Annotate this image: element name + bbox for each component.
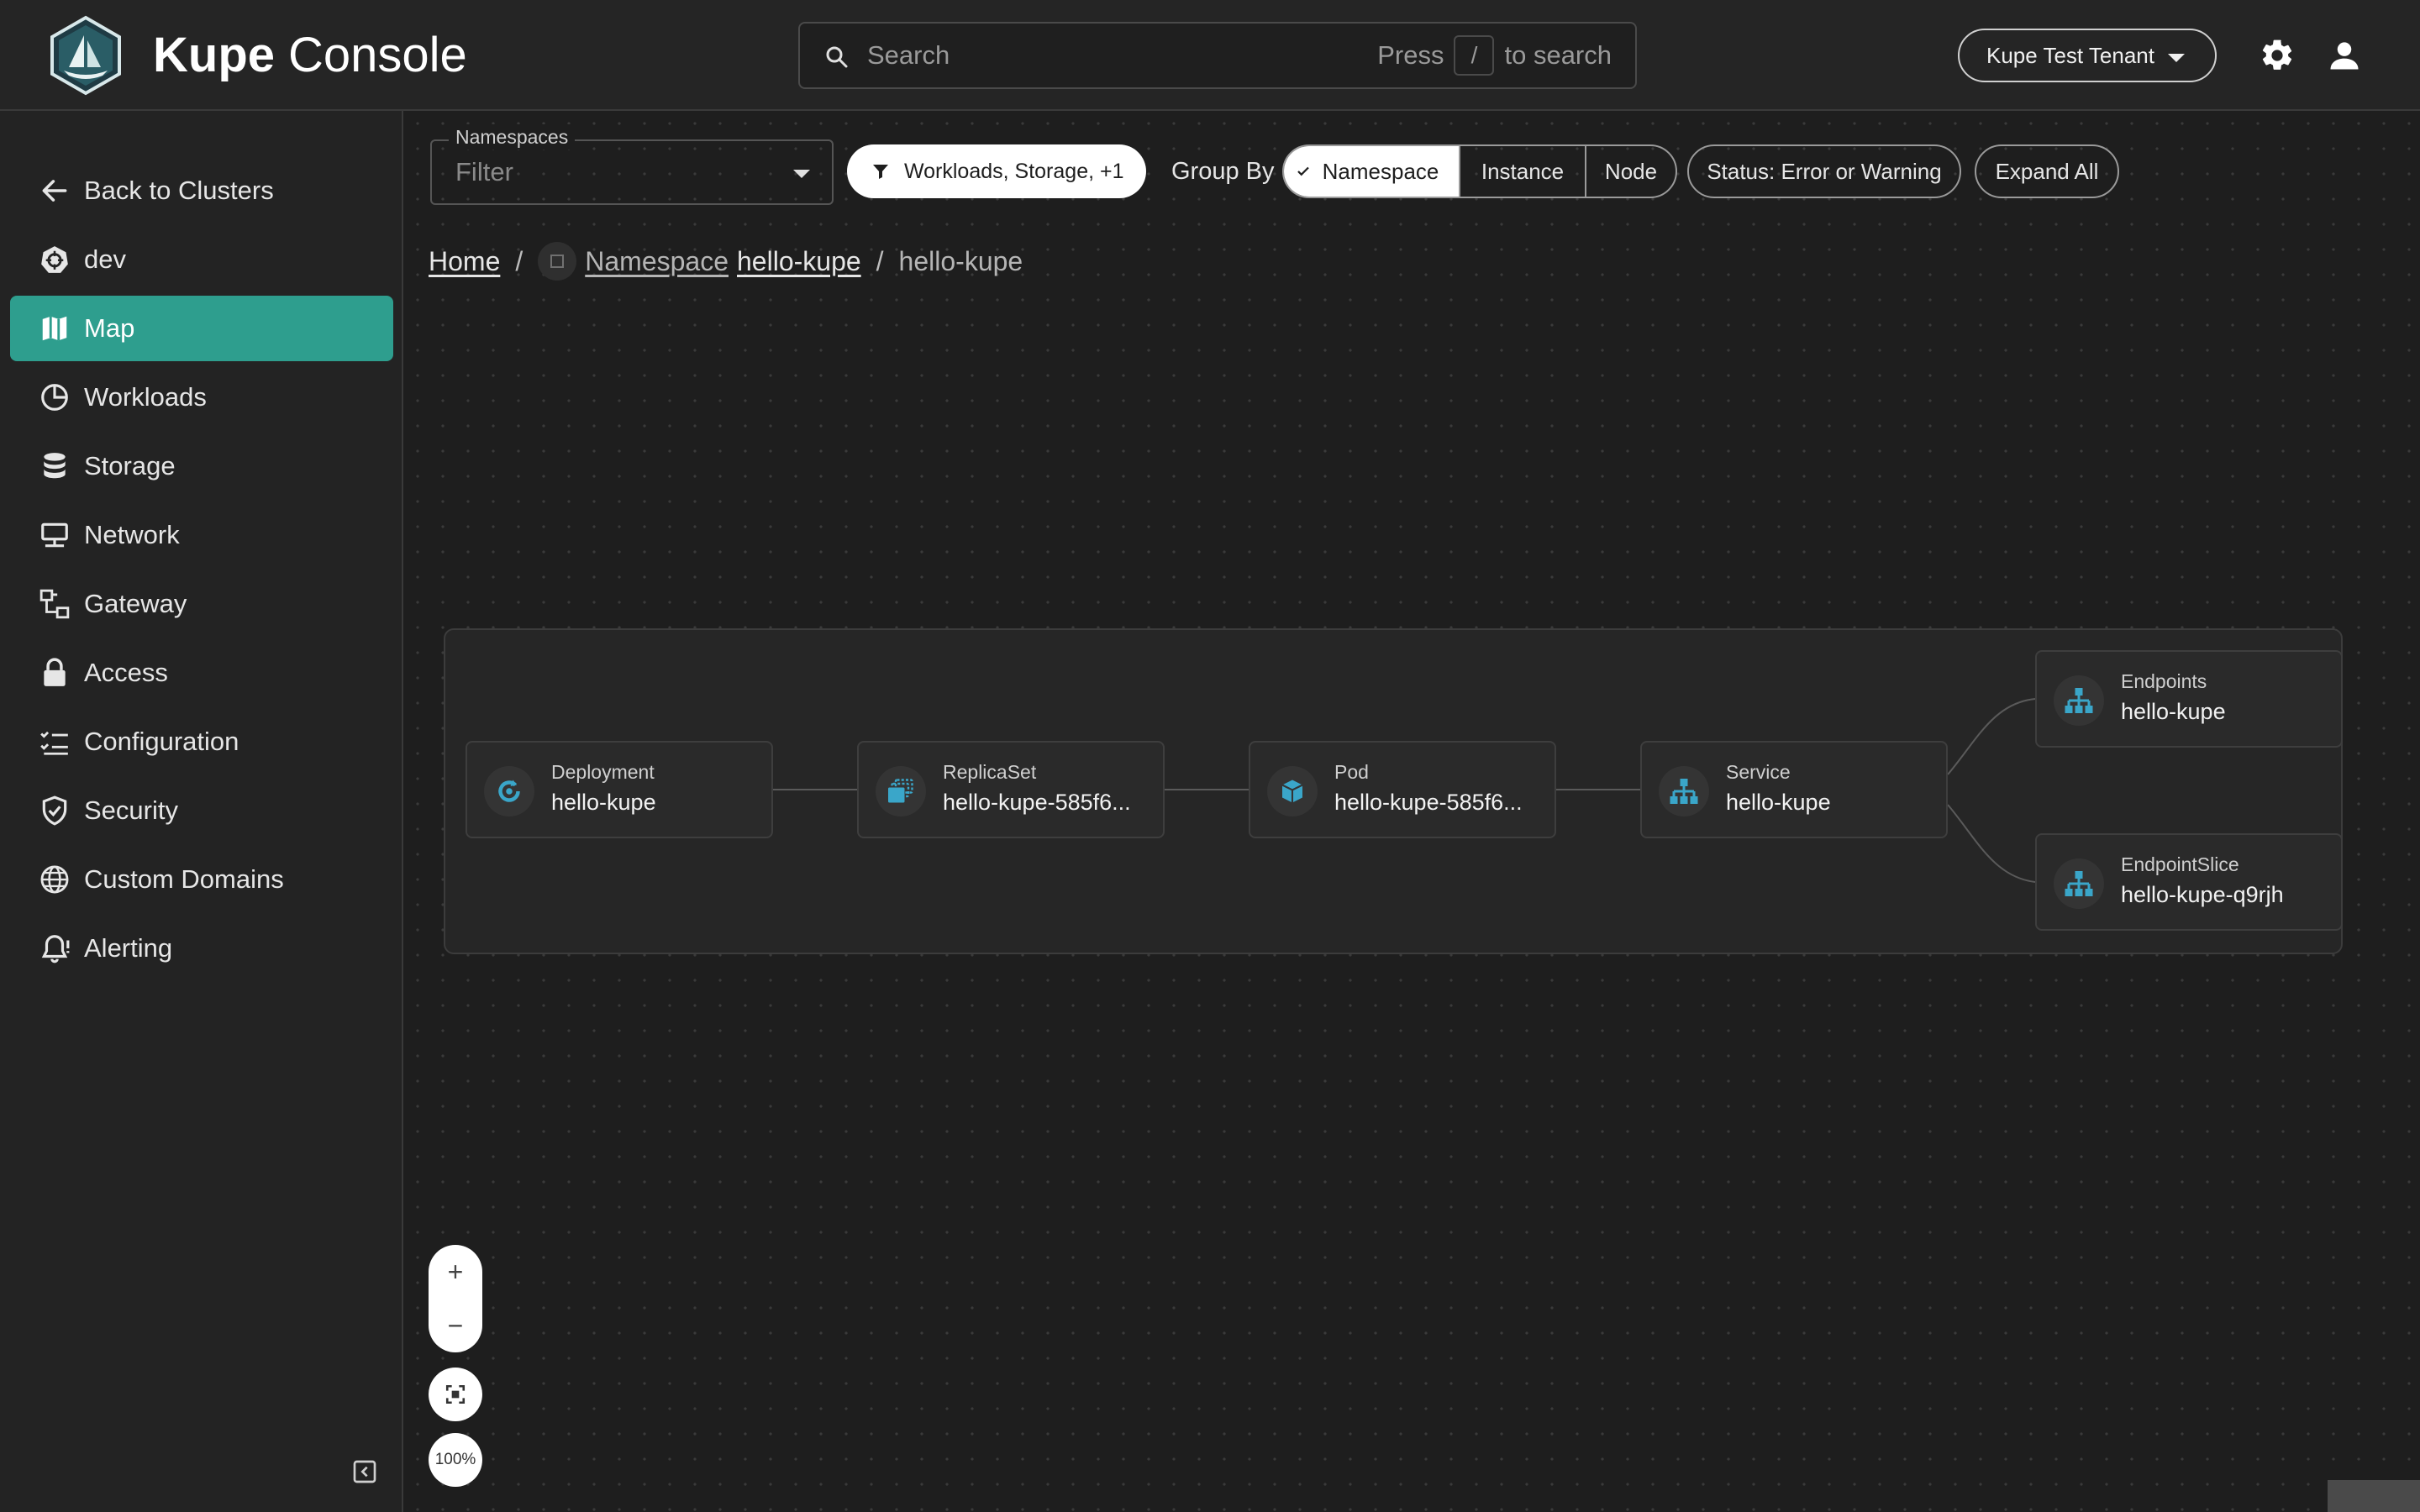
globe-icon	[40, 865, 69, 894]
lock-icon	[44, 658, 66, 686]
map-canvas[interactable]: Namespaces Filter Workloads, Storage, +1…	[405, 111, 2420, 1512]
graph-node-endpoints[interactable]: Endpoints hello-kupe	[2035, 650, 2343, 748]
graph-node-pod[interactable]: Pod hello-kupe-585f6...	[1249, 741, 1556, 838]
sidebar-item-gateway[interactable]: Gateway	[10, 571, 393, 637]
deployment-icon	[498, 780, 520, 802]
sidebar-item-dev[interactable]: dev	[10, 227, 393, 292]
search-shortcut-hint: Press / to search	[1377, 24, 1612, 87]
namespace-icon	[538, 242, 577, 281]
kubernetes-icon	[41, 246, 68, 273]
group-by-label: Group By	[1171, 158, 1275, 185]
breadcrumb-namespace-link[interactable]: hello-kupe	[737, 246, 861, 277]
group-by-instance[interactable]: Instance	[1459, 146, 1585, 197]
graph-node-endpointslice[interactable]: EndpointSlice hello-kupe-q9rjh	[2035, 833, 2343, 931]
shield-icon	[42, 795, 67, 826]
zoom-out-button[interactable]: −	[429, 1299, 482, 1352]
fit-view-icon	[445, 1384, 466, 1404]
sidebar-item-custom-domains[interactable]: Custom Domains	[10, 847, 393, 912]
pod-icon	[1281, 780, 1303, 803]
sidebar-item-access[interactable]: Access	[10, 640, 393, 706]
breadcrumb-separator: /	[876, 245, 884, 276]
search-input[interactable]: Search Press / to search	[798, 22, 1637, 89]
graph-node-replicaset[interactable]: ReplicaSet hello-kupe-585f6...	[857, 741, 1165, 838]
zoom-in-button[interactable]: +	[429, 1245, 482, 1299]
graph-node-deployment[interactable]: Deployment hello-kupe	[466, 741, 773, 838]
endpoints-icon	[2065, 688, 2093, 713]
group-by-node[interactable]: Node	[1585, 146, 1676, 197]
breadcrumb-current: hello-kupe	[898, 245, 1023, 276]
zoom-controls: + −	[429, 1245, 482, 1352]
endpointslice-icon	[2065, 871, 2093, 896]
tenant-label: Kupe Test Tenant	[1986, 42, 2154, 68]
breadcrumb: Home / Namespace hello-kupe / hello-kupe	[429, 240, 1023, 282]
sidebar: Back to Clusters dev Map Workloads Stora…	[0, 111, 403, 1512]
breadcrumb-namespace-prefix[interactable]: Namespace	[585, 246, 729, 277]
group-by-toggle: Namespace Instance Node	[1282, 144, 1677, 198]
sidebar-item-security[interactable]: Security	[10, 778, 393, 843]
fit-view-button[interactable]	[429, 1368, 482, 1421]
sidebar-item-configuration[interactable]: Configuration	[10, 709, 393, 774]
pie-chart-icon	[41, 384, 68, 411]
search-icon	[826, 46, 848, 68]
search-placeholder: Search	[867, 40, 950, 70]
check-icon	[1297, 166, 1309, 176]
kupe-logo-icon[interactable]	[47, 15, 124, 96]
breadcrumb-home-link[interactable]: Home	[429, 246, 500, 277]
sidebar-item-storage[interactable]: Storage	[10, 433, 393, 499]
replicaset-icon	[888, 779, 913, 803]
breadcrumb-separator: /	[515, 245, 523, 276]
user-icon[interactable]	[2326, 37, 2363, 74]
expand-all-button[interactable]: Expand All	[1975, 144, 2119, 198]
network-icon	[41, 522, 68, 548]
filter-icon	[873, 165, 888, 179]
shortcut-key: /	[1454, 35, 1495, 76]
graph-node-service[interactable]: Service hello-kupe	[1640, 741, 1948, 838]
zoom-level-button[interactable]: 100%	[429, 1433, 482, 1487]
caret-down-icon	[2168, 54, 2185, 62]
configuration-icon	[40, 731, 68, 755]
sidebar-item-alerting[interactable]: Alerting	[10, 916, 393, 981]
database-icon	[44, 453, 66, 479]
namespaces-filter[interactable]: Namespaces Filter	[430, 124, 834, 205]
bell-icon	[41, 935, 70, 963]
namespaces-placeholder: Filter	[455, 157, 513, 186]
map-icon	[42, 316, 67, 341]
caret-down-icon	[793, 170, 810, 178]
gateway-icon	[39, 589, 70, 619]
tenant-selector[interactable]: Kupe Test Tenant	[1958, 29, 2217, 82]
gear-icon[interactable]	[2259, 37, 2296, 74]
group-by-namespace[interactable]: Namespace	[1284, 146, 1459, 197]
app-title: Kupe Console	[153, 28, 467, 82]
arrow-left-icon	[42, 180, 67, 202]
resource-filter-button[interactable]: Workloads, Storage, +1	[847, 144, 1146, 198]
sidebar-item-network[interactable]: Network	[10, 502, 393, 568]
status-filter-button[interactable]: Status: Error or Warning	[1687, 144, 1961, 198]
sidebar-item-back-to-clusters[interactable]: Back to Clusters	[10, 158, 393, 223]
corner-overlay	[2328, 1480, 2420, 1512]
collapse-sidebar-icon[interactable]	[351, 1458, 378, 1485]
sidebar-item-workloads[interactable]: Workloads	[10, 365, 393, 430]
sidebar-item-map[interactable]: Map	[10, 296, 393, 361]
service-icon	[1670, 779, 1698, 804]
top-bar: Kupe Console Search Press / to search Kup…	[0, 0, 2420, 111]
